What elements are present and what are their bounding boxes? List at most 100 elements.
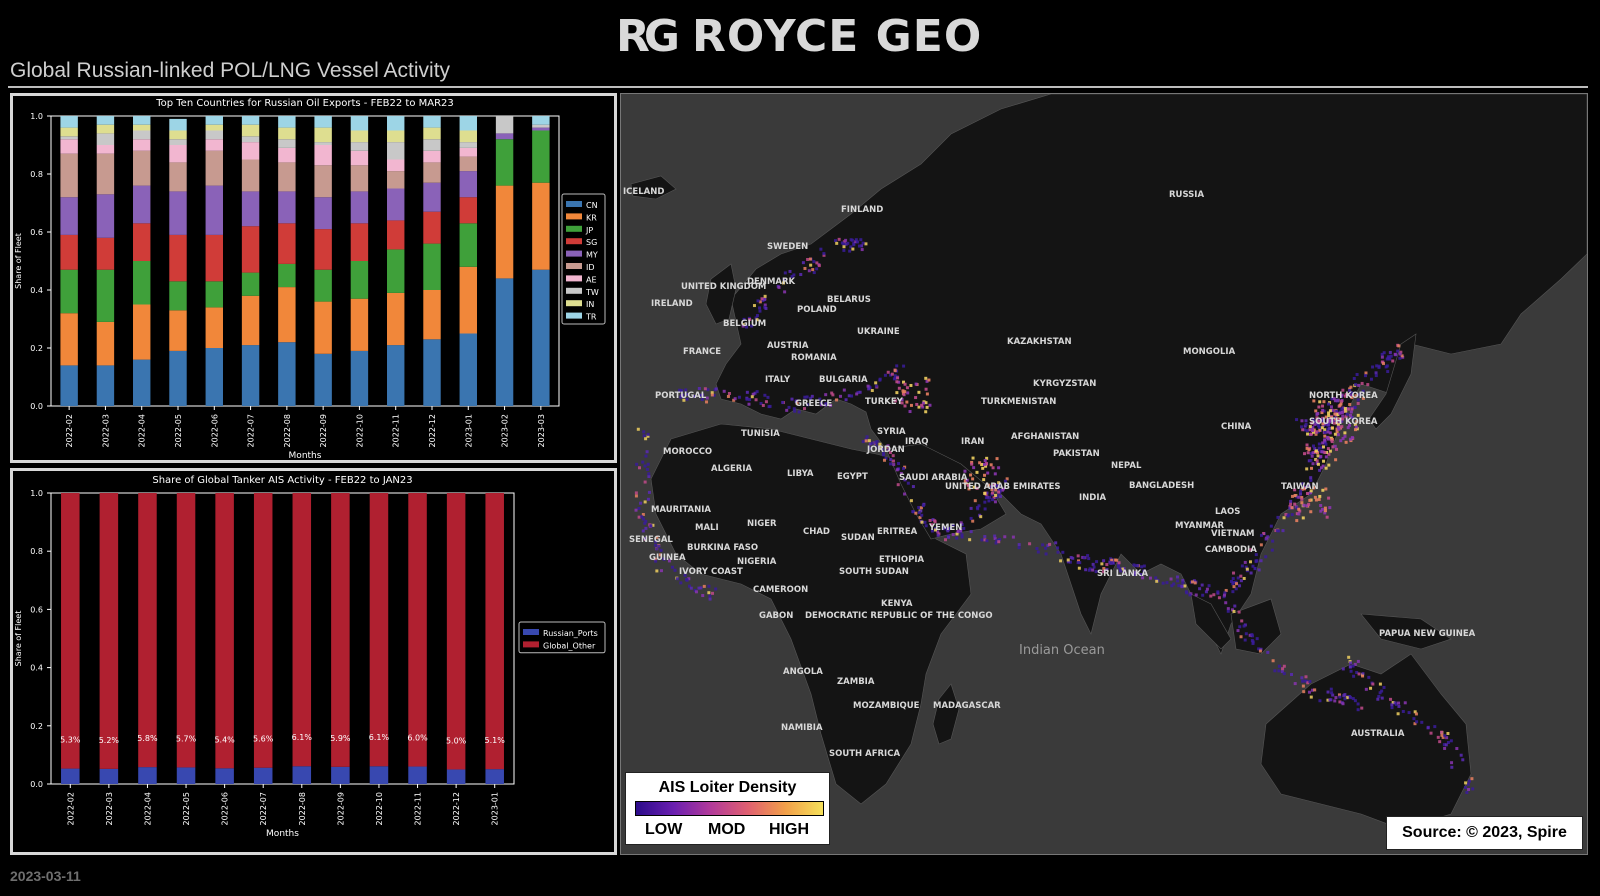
legend-swatch bbox=[566, 250, 582, 257]
ais-density-dot bbox=[1091, 562, 1095, 566]
ais-density-dot bbox=[1389, 697, 1393, 701]
bar-segment-id bbox=[387, 171, 405, 189]
ais-density-dot bbox=[714, 387, 718, 391]
ais-density-dot bbox=[1244, 632, 1248, 636]
bar-segment-jp bbox=[459, 223, 477, 267]
ais-density-dot bbox=[1239, 579, 1243, 583]
ais-density-dot bbox=[1356, 401, 1360, 405]
ais-density-dot bbox=[758, 306, 762, 310]
ais-density-dot bbox=[708, 594, 712, 598]
bar-segment-id bbox=[133, 150, 151, 186]
ais-density-dot bbox=[1177, 584, 1181, 588]
bar-segment-russian-ports bbox=[99, 768, 119, 784]
country-label-mozambique: MOZAMBIQUE bbox=[853, 701, 920, 711]
ais-density-dot bbox=[1240, 564, 1244, 568]
royce-geo-logo: RG ROYCE GEO bbox=[616, 11, 982, 62]
ais-density-dot bbox=[1041, 543, 1045, 547]
ais-density-dot bbox=[889, 458, 893, 462]
ais-density-dot bbox=[833, 239, 837, 243]
bar-segment-id bbox=[169, 162, 187, 192]
ais-density-dot bbox=[1109, 561, 1113, 565]
ais-density-dot bbox=[1340, 407, 1344, 411]
chart-legend: Russian_Ports Global_Other bbox=[518, 621, 606, 654]
ais-density-dot bbox=[707, 584, 711, 588]
country-label-portugal: PORTUGAL bbox=[655, 391, 707, 401]
ais-density-dot bbox=[640, 515, 644, 519]
ais-density-dot bbox=[1295, 519, 1299, 523]
ais-density-dot bbox=[882, 458, 886, 462]
country-label-senegal: SENEGAL bbox=[629, 535, 673, 545]
ais-density-dot bbox=[1082, 556, 1086, 560]
ais-density-dot bbox=[1324, 442, 1328, 446]
chart-legend: CN KR JP SG MY ID AE TW IN TR bbox=[561, 193, 606, 325]
y-tick-label: 0.6 bbox=[30, 228, 43, 237]
bar-segment-ae bbox=[241, 142, 260, 160]
x-tick-label: 2022-05 bbox=[182, 792, 191, 825]
bar-segment-in bbox=[387, 130, 405, 143]
country-label-kazakhstan: KAZAKHSTAN bbox=[1007, 337, 1072, 347]
x-tick-label: 2022-11 bbox=[414, 792, 423, 825]
ais-density-dot bbox=[1342, 694, 1346, 698]
ais-density-dot bbox=[755, 390, 759, 394]
bar-segment-kr bbox=[96, 321, 115, 366]
ais-density-dot bbox=[1204, 590, 1208, 594]
bar-data-label: 5.1% bbox=[485, 736, 506, 745]
ais-density-dot bbox=[1317, 497, 1321, 501]
bar-segment-sg bbox=[278, 223, 296, 264]
bar-data-label: 5.9% bbox=[330, 734, 351, 743]
ais-density-dot bbox=[807, 269, 811, 273]
ais-density-dot bbox=[1396, 712, 1400, 716]
ais-density-dot bbox=[909, 403, 913, 407]
ais-density-dot bbox=[971, 477, 975, 481]
bar-segment-tr bbox=[423, 116, 441, 128]
ais-density-dot bbox=[857, 244, 861, 248]
ais-density-dot bbox=[1295, 418, 1299, 422]
ais-density-dot bbox=[803, 266, 807, 270]
bar-segment-cn bbox=[532, 269, 550, 406]
ais-density-dot bbox=[819, 247, 823, 251]
ais-density-dot bbox=[1455, 747, 1459, 751]
ais-density-dot bbox=[851, 247, 855, 251]
ais-density-dot bbox=[924, 376, 928, 380]
ais-density-dot bbox=[1380, 355, 1384, 359]
ais-density-dot bbox=[1232, 585, 1236, 589]
ais-density-dot bbox=[1299, 492, 1303, 496]
ais-density-dot bbox=[1316, 454, 1320, 458]
ais-density-dot bbox=[1297, 512, 1301, 516]
bar-segment-tw bbox=[205, 130, 223, 140]
ais-density-dot bbox=[647, 474, 651, 478]
ais-density-dot bbox=[764, 400, 768, 404]
ais-density-dot bbox=[1380, 696, 1384, 700]
bar-segment-ae bbox=[387, 159, 405, 172]
country-label-libya: LIBYA bbox=[787, 469, 814, 479]
ais-density-dot bbox=[1300, 676, 1304, 680]
ais-density-dot bbox=[1297, 507, 1301, 511]
ais-density-dot bbox=[1352, 376, 1356, 380]
ais-density-dot bbox=[917, 405, 921, 409]
ais-density-dot bbox=[1172, 582, 1176, 586]
ais-density-dot bbox=[861, 241, 865, 245]
ais-density-dot bbox=[1343, 697, 1347, 701]
ais-density-dot bbox=[815, 261, 819, 265]
ais-density-dot bbox=[797, 410, 801, 414]
ais-density-dot bbox=[920, 513, 924, 517]
ais-density-dot bbox=[1185, 591, 1189, 595]
ais-density-dot bbox=[983, 473, 987, 477]
bar-segment-my bbox=[423, 182, 441, 212]
bar-segment-sg bbox=[314, 229, 332, 270]
bar-segment-tr bbox=[133, 116, 151, 125]
ais-density-dot bbox=[1324, 455, 1328, 459]
x-tick-label: 2022-10 bbox=[355, 414, 364, 447]
ais-density-dot bbox=[1323, 506, 1327, 510]
bar-segment-tw bbox=[60, 136, 78, 140]
ais-density-dot bbox=[1100, 562, 1104, 566]
ais-density-dot bbox=[1390, 706, 1394, 710]
bar-segment-id bbox=[459, 156, 477, 172]
country-label-ireland: IRELAND bbox=[651, 299, 693, 309]
bar-segment-sg bbox=[423, 211, 441, 244]
ais-density-dot bbox=[1338, 695, 1342, 699]
ais-density-dot bbox=[1307, 448, 1311, 452]
country-label-sri-lanka: SRI LANKA bbox=[1097, 569, 1148, 579]
ais-density-dot bbox=[951, 533, 955, 537]
legend-entry: IN bbox=[586, 300, 594, 309]
